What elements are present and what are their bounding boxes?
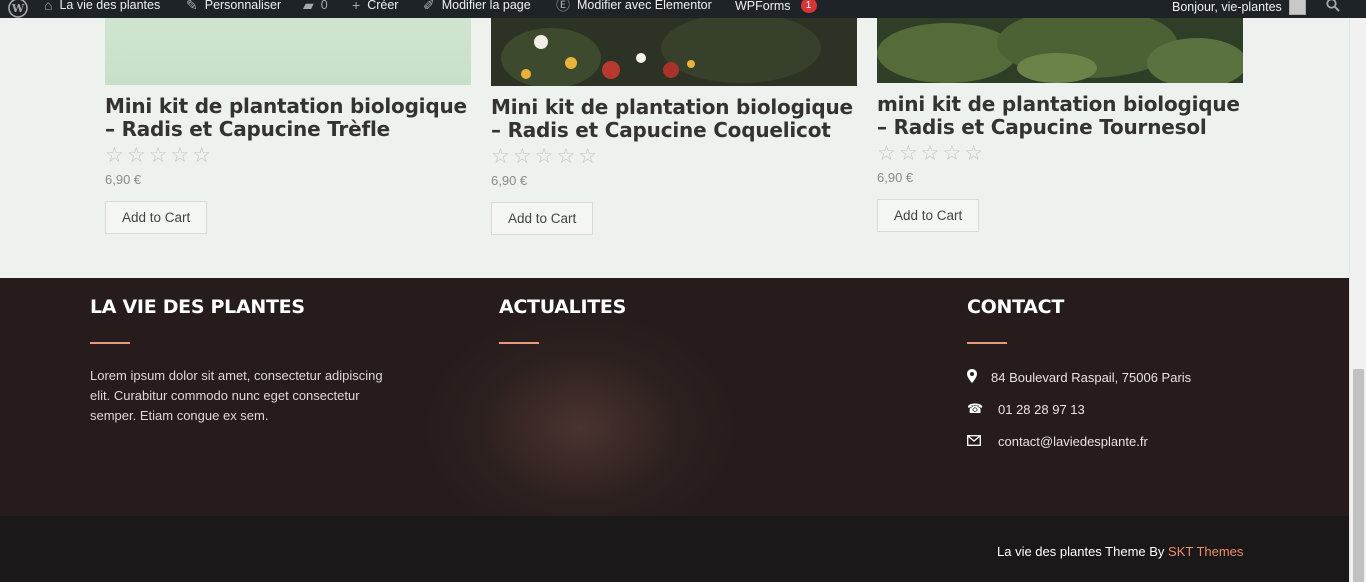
- divider: [967, 342, 1007, 344]
- footer-contact: CONTACT 84 Boulevard Raspail, 75006 Pari…: [967, 296, 1191, 457]
- envelope-icon: [967, 434, 998, 449]
- edit-page-label: Modifier la page: [441, 0, 531, 12]
- site-name-link[interactable]: ⌂ La vie des plantes: [44, 0, 160, 12]
- greeting-label: Bonjour, vie-plantes: [1172, 0, 1282, 14]
- contact-email: contact@laviedesplante.fr: [967, 425, 1191, 457]
- product-title[interactable]: Mini kit de plantation biologique – Radi…: [491, 96, 857, 142]
- email-link[interactable]: contact@laviedesplante.fr: [998, 434, 1148, 449]
- credit-label: La vie des plantes Theme By: [997, 544, 1169, 559]
- customize-label: Personnaliser: [204, 0, 282, 12]
- edit-elementor-link[interactable]: Ⓔ Modifier avec Elementor: [556, 0, 712, 12]
- add-to-cart-button[interactable]: Add to Cart: [491, 202, 594, 235]
- footer-widgets: LA VIE DES PLANTES Lorem ipsum dolor sit…: [0, 278, 1349, 516]
- comments-link[interactable]: ▰ 0: [303, 0, 328, 12]
- star-rating: ☆☆☆☆☆: [491, 144, 601, 168]
- product-image[interactable]: [877, 18, 1243, 83]
- phone-text: 01 28 28 97 13: [998, 401, 1085, 417]
- search-icon[interactable]: [1326, 0, 1340, 12]
- edit-page-link[interactable]: ✐ Modifier la page: [423, 0, 531, 12]
- admin-bar: W ⌂ La vie des plantes ✎ Personnaliser ▰…: [0, 0, 1366, 18]
- plus-icon: +: [352, 0, 361, 13]
- address-text: 84 Boulevard Raspail, 75006 Paris: [991, 369, 1192, 385]
- notification-badge: 1: [800, 0, 817, 13]
- new-label: Créer: [367, 0, 399, 12]
- product-title[interactable]: Mini kit de plantation biologique – Radi…: [105, 95, 471, 141]
- scrollbar[interactable]: [1349, 18, 1366, 582]
- edit-elementor-label: Modifier avec Elementor: [577, 0, 712, 12]
- elementor-icon: Ⓔ: [556, 0, 570, 13]
- credit-text: La vie des plantes Theme By SKT Themes: [997, 544, 1243, 559]
- star-rating: ☆☆☆☆☆: [105, 143, 215, 167]
- contact-phone: ☎ 01 28 28 97 13: [967, 393, 1191, 425]
- skt-themes-link[interactable]: SKT Themes: [1168, 544, 1243, 559]
- comment-icon: ▰: [303, 0, 314, 13]
- brush-icon: ✎: [186, 0, 198, 13]
- footer-about-title: LA VIE DES PLANTES: [90, 296, 305, 318]
- product-card: Mini kit de plantation biologique – Radi…: [491, 18, 857, 235]
- product-title[interactable]: mini kit de plantation biologique – Radi…: [877, 93, 1243, 139]
- add-to-cart-button[interactable]: Add to Cart: [105, 201, 208, 234]
- customize-link[interactable]: ✎ Personnaliser: [186, 0, 281, 12]
- product-price: 6,90 €: [105, 172, 142, 187]
- avatar: [1288, 0, 1306, 15]
- star-rating: ☆☆☆☆☆: [877, 141, 987, 165]
- product-price: 6,90 €: [877, 170, 914, 185]
- site-name-label: La vie des plantes: [59, 0, 161, 12]
- divider: [499, 342, 539, 344]
- contact-address: 84 Boulevard Raspail, 75006 Paris: [967, 361, 1191, 393]
- divider: [90, 342, 130, 344]
- svg-text:W: W: [11, 2, 25, 15]
- map-marker-icon: [967, 368, 991, 386]
- footer-news: ACTUALITES: [499, 296, 626, 344]
- product-card: mini kit de plantation biologique – Radi…: [877, 18, 1243, 232]
- footer-news-title: ACTUALITES: [499, 296, 626, 318]
- pencil-icon: ✐: [423, 0, 435, 13]
- dashboard-icon: ⌂: [44, 0, 53, 13]
- comments-count: 0: [320, 0, 328, 12]
- new-content-link[interactable]: + Créer: [352, 0, 398, 12]
- product-card: Mini kit de plantation biologique – Radi…: [105, 18, 471, 234]
- product-image[interactable]: [491, 18, 857, 86]
- wpforms-link[interactable]: WPForms 1: [735, 0, 817, 13]
- footer-about-text: Lorem ipsum dolor sit amet, consectetur …: [90, 368, 383, 423]
- account-menu[interactable]: Bonjour, vie-plantes: [1172, 0, 1306, 15]
- phone-icon: ☎: [967, 401, 984, 416]
- scrollbar-thumb[interactable]: [1353, 369, 1364, 582]
- footer-contact-title: CONTACT: [967, 296, 1064, 318]
- copyright-bar: La vie des plantes Theme By SKT Themes: [0, 516, 1349, 582]
- product-price: 6,90 €: [491, 173, 528, 188]
- product-image[interactable]: [105, 18, 471, 85]
- add-to-cart-button[interactable]: Add to Cart: [877, 199, 980, 232]
- wordpress-logo-icon[interactable]: W: [8, 0, 28, 18]
- footer-about: LA VIE DES PLANTES Lorem ipsum dolor sit…: [90, 296, 390, 426]
- wpforms-label: WPForms: [735, 0, 791, 13]
